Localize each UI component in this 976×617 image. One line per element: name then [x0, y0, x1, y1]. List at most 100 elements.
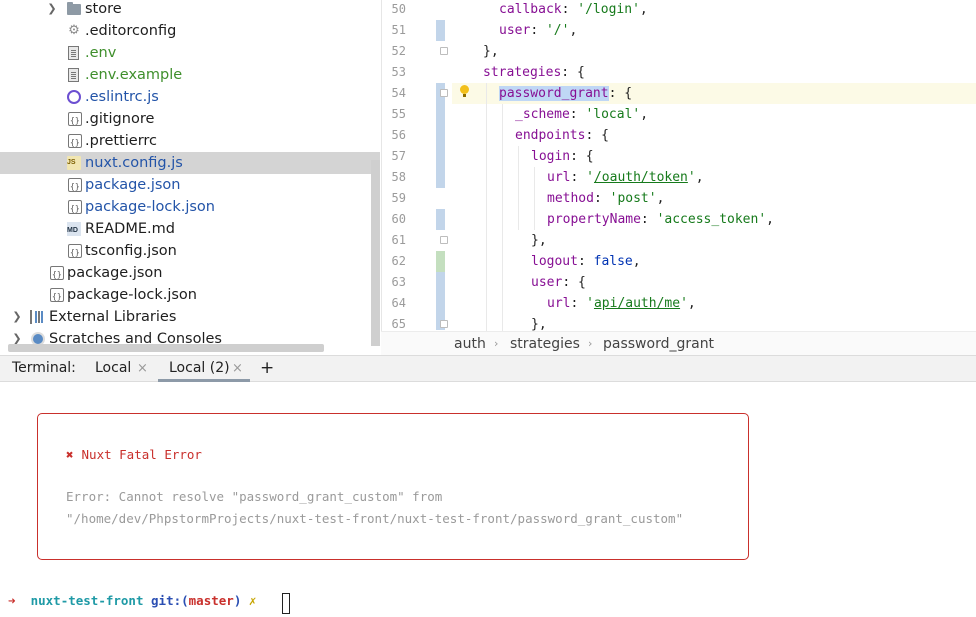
javascript-file-icon: JS [67, 156, 81, 170]
vcs-added-marker[interactable] [436, 251, 445, 272]
tree-item-tsconfig[interactable]: tsconfig.json [0, 240, 380, 264]
code-text: }, [531, 233, 547, 248]
code-key-selected: password_grant [499, 86, 609, 101]
line-number: 56 [391, 128, 406, 142]
code-string: ' [680, 296, 688, 311]
code-text: { [585, 149, 594, 164]
code-line-61: }, [531, 230, 976, 251]
indent-guide [502, 104, 503, 331]
vcs-change-marker[interactable] [436, 20, 445, 41]
error-box: ✖ Nuxt Fatal Error Error: Cannot resolve … [37, 413, 749, 560]
line-number: 53 [391, 65, 406, 79]
json-file-icon [68, 198, 82, 220]
code-string: ' [586, 170, 594, 185]
code-key: url [547, 296, 571, 311]
code-line-63: user: { [531, 275, 586, 290]
tab-local[interactable]: Local [95, 356, 131, 381]
vcs-change-marker[interactable] [436, 146, 445, 188]
tree-item-store-folder[interactable]: ❯ store [0, 0, 380, 20]
tree-item-label: .eslintrc.js [85, 89, 159, 105]
fold-marker-icon[interactable] [440, 236, 448, 244]
tree-item-readme[interactable]: MD README.md [0, 218, 380, 240]
tree-item-package-lock-json[interactable]: package-lock.json [0, 196, 380, 220]
vcs-change-marker[interactable] [436, 209, 445, 230]
tree-item-nuxt-config[interactable]: JS nuxt.config.js [0, 152, 380, 174]
code-key: propertyName [547, 212, 641, 227]
code-line-64: url: 'api/auth/me', [547, 296, 696, 311]
tree-item-label: package.json [85, 177, 181, 193]
close-icon[interactable]: × [232, 356, 243, 381]
tree-item-label: .gitignore [85, 111, 155, 127]
code-editor[interactable]: 50 51 52 53 54 55 56 57 58 59 60 61 62 6… [381, 0, 976, 331]
chevron-right-icon[interactable]: ❯ [11, 306, 23, 328]
breadcrumb-item[interactable]: strategies [510, 332, 580, 356]
code-line-54: password_grant: { [499, 86, 633, 101]
code-key: _scheme [515, 107, 570, 122]
indent-guide [518, 146, 519, 230]
line-number: 54 [391, 86, 406, 100]
tree-item-label: README.md [85, 221, 175, 237]
add-tab-button[interactable]: + [260, 356, 274, 381]
tree-item-env-example[interactable]: .env.example [0, 64, 380, 86]
tree-item-label: package.json [67, 265, 163, 281]
tree-horizontal-scrollbar[interactable] [8, 344, 324, 352]
config-file-icon [68, 132, 82, 154]
tree-item-package-json[interactable]: package.json [0, 174, 380, 198]
tree-item-label: .env.example [85, 67, 183, 83]
code-text: }, [531, 317, 547, 331]
close-icon[interactable]: × [137, 356, 148, 381]
lightbulb-icon[interactable] [460, 85, 469, 97]
tree-item-label: store [85, 1, 122, 17]
breadcrumb-separator-icon: › [588, 337, 593, 350]
code-string: ' [687, 170, 696, 185]
prompt-dirty-icon: ✗ [248, 593, 257, 608]
line-number: 62 [391, 254, 406, 268]
line-number: 60 [391, 212, 406, 226]
tree-item-external-libraries[interactable]: ❯ External Libraries [0, 306, 380, 328]
code-key: callback [499, 2, 562, 17]
chevron-right-icon[interactable]: ❯ [46, 0, 58, 20]
terminal-tab-bar: Terminal: Local × Local (2) × + [0, 355, 976, 382]
tree-item-editorconfig[interactable]: ⚙ .editorconfig [0, 20, 380, 42]
fold-marker-icon[interactable] [440, 320, 448, 328]
breadcrumb-item[interactable]: password_grant [603, 332, 714, 356]
error-message-line: Error: Cannot resolve "password_grant_cu… [66, 489, 443, 504]
tree-item-label: package-lock.json [85, 199, 215, 215]
json-file-icon [68, 176, 82, 198]
project-tree: ❯ store ⚙ .editorconfig .env .env.exampl… [0, 0, 380, 355]
prompt-arrow-icon: ➜ [8, 593, 16, 608]
text-file-icon [68, 68, 79, 82]
config-file-icon [68, 110, 82, 132]
breadcrumb-separator-icon: › [494, 337, 499, 350]
fold-marker-icon[interactable] [440, 47, 448, 55]
library-icon [30, 310, 44, 324]
breadcrumb: auth › strategies › password_grant [381, 331, 976, 356]
code-link[interactable]: api/auth/me [594, 296, 680, 311]
tree-vertical-scrollbar[interactable] [371, 160, 380, 346]
tree-item-env[interactable]: .env [0, 42, 380, 64]
code-text: { [624, 86, 633, 101]
code-string: 'local' [585, 107, 641, 122]
tree-item-eslintrc[interactable]: .eslintrc.js [0, 86, 380, 108]
code-key: method [547, 191, 594, 206]
terminal-label: Terminal: [12, 360, 76, 376]
breadcrumb-item[interactable]: auth [454, 332, 486, 356]
terminal-output[interactable]: ✖ Nuxt Fatal Error Error: Cannot resolve … [0, 382, 976, 617]
fold-marker-icon[interactable] [440, 89, 448, 97]
code-line-53: strategies: { [483, 65, 585, 80]
code-string: '/' [545, 23, 570, 38]
tree-item-gitignore[interactable]: .gitignore [0, 108, 380, 132]
tree-item-package-lock-json-root[interactable]: package-lock.json [0, 284, 380, 308]
code-link[interactable]: /oauth/token [594, 170, 688, 185]
code-line-57: login: { [531, 149, 594, 164]
line-number: 57 [391, 149, 406, 163]
tree-item-label: tsconfig.json [85, 243, 177, 259]
tab-local-2[interactable]: Local (2) [169, 356, 230, 381]
code-line-59: method: 'post', [547, 191, 665, 206]
tree-item-label: nuxt.config.js [85, 155, 183, 171]
tree-item-prettierrc[interactable]: .prettierrc [0, 130, 380, 154]
shell-prompt: ➜ nuxt-test-front git:(master) ✗ [8, 593, 256, 608]
tree-item-package-json-root[interactable]: package.json [0, 262, 380, 286]
error-title: ✖ Nuxt Fatal Error [66, 447, 202, 462]
code-key: endpoints [515, 128, 586, 143]
